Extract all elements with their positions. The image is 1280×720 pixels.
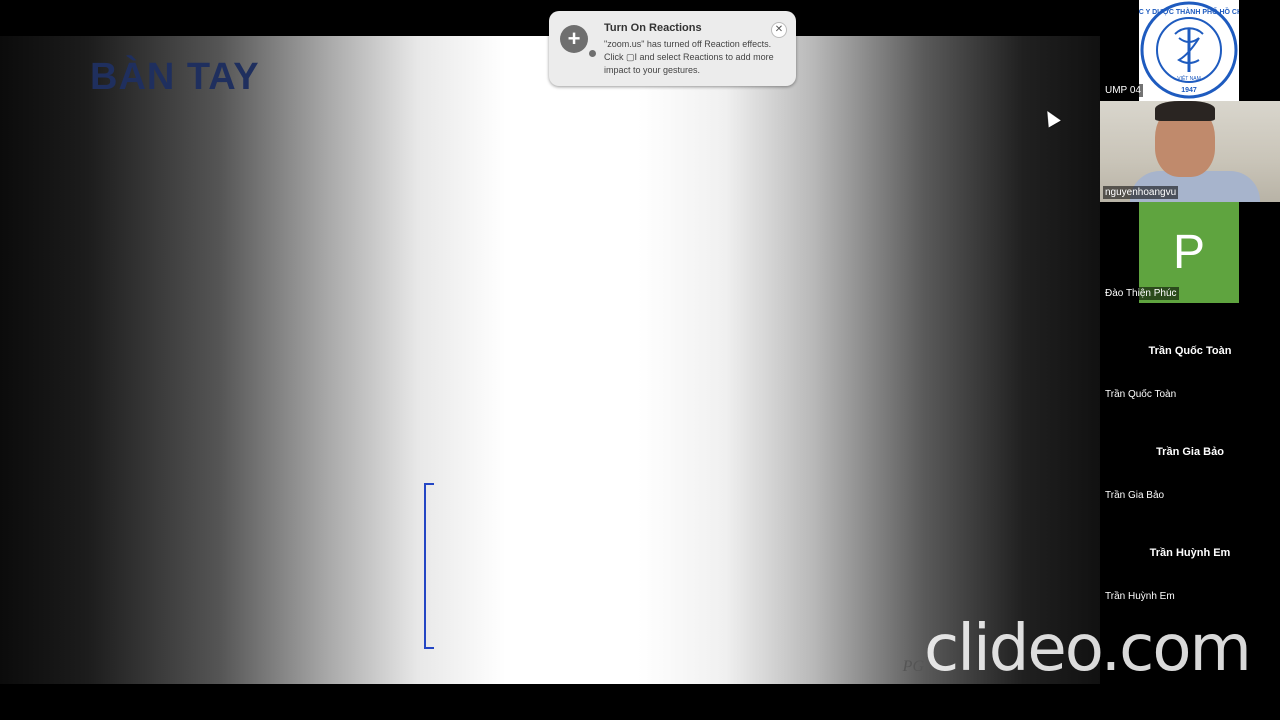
participant-center-label: Trần Gia Bảo: [1156, 446, 1224, 458]
university-seal-icon: ĐẠI HỌC Y DƯỢC THÀNH PHỐ HỒ CHÍ MINH VIỆ…: [1114, 0, 1264, 101]
participant-tile-tran-huynh-em[interactable]: Trần Huỳnh Em Trần Huỳnh Em: [1100, 505, 1280, 606]
shared-slide: BÀN TAY PG: [0, 36, 1100, 684]
participant-tile-nguyenhoangvu[interactable]: nguyenhoangvu: [1100, 101, 1280, 202]
participant-name: Trần Quốc Toàn: [1103, 388, 1179, 401]
seal-country-text: VIỆT NAM: [1177, 74, 1201, 82]
slide-bracket: [424, 483, 434, 649]
participant-tile-ump04[interactable]: ĐẠI HỌC Y DƯỢC THÀNH PHỐ HỒ CHÍ MINH VIỆ…: [1100, 0, 1280, 101]
seal-year-text: 1947: [1181, 87, 1197, 94]
participant-name: nguyenhoangvu: [1103, 186, 1179, 199]
participant-name: Đào Thiện Phúc: [1103, 287, 1179, 300]
participant-tile-tran-gia-bao[interactable]: Trần Gia Bảo Trần Gia Bảo: [1100, 404, 1280, 505]
plus-icon: +: [560, 25, 588, 53]
close-icon[interactable]: ✕: [771, 22, 787, 38]
screen: BÀN TAY PG + Turn On Reactions "zoom.us"…: [0, 0, 1280, 720]
participant-name: UMP 04: [1103, 84, 1143, 97]
watermark: clideo.com: [924, 612, 1252, 686]
participant-name: Trần Huỳnh Em: [1103, 590, 1177, 603]
participant-tile-dao-thien-phuc[interactable]: P Đào Thiện Phúc: [1100, 202, 1280, 303]
participant-tile-tran-quoc-toan[interactable]: Trần Quốc Toàn Trần Quốc Toàn: [1100, 303, 1280, 404]
participant-center-label: Trần Huỳnh Em: [1149, 547, 1231, 559]
person-hair: [1155, 101, 1215, 121]
reactions-notification[interactable]: + Turn On Reactions "zoom.us" has turned…: [549, 11, 796, 86]
participant-name: Trần Gia Bảo: [1103, 489, 1167, 502]
slide-footer: PG: [902, 658, 924, 675]
notification-badge-dot: [589, 50, 596, 57]
slide-title: BÀN TAY: [90, 56, 260, 98]
participant-center-label: Trần Quốc Toàn: [1148, 345, 1232, 357]
notification-body: "zoom.us" has turned off Reaction effect…: [604, 39, 774, 75]
notification-title: Turn On Reactions: [604, 22, 702, 34]
